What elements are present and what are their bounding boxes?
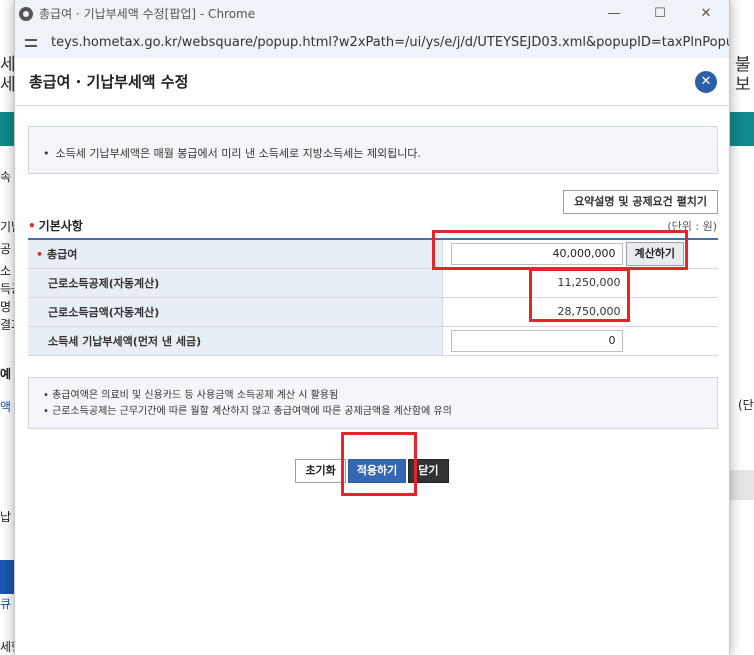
background-text: (단 [738, 398, 754, 412]
popup-window: 총급여 · 기납부세액 수정[팝업] - Chrome — ☐ ✕ teys.h… [14, 0, 730, 655]
background-text: 보 [735, 75, 751, 95]
section-title: • 기본사항 [28, 217, 83, 234]
note-text: 근로소득공제는 근무기간에 따른 월할 계산하지 않고 총급여액에 따른 공제금… [52, 405, 452, 417]
background-text: 소 [0, 264, 12, 278]
highlight-box-apply [341, 432, 417, 496]
row-label: 소득세 기납부세액(먼저 낸 세금) [28, 326, 443, 356]
address-bar[interactable]: teys.hometax.go.kr/websquare/popup.html?… [15, 27, 729, 58]
popup-title: 총급여 · 기납부세액 수정 [29, 73, 189, 91]
bullet-icon: • [43, 405, 53, 417]
maximize-icon[interactable]: ☐ [637, 0, 683, 27]
notes-box: • 총급여액은 의료비 및 신용카드 등 사용금액 소득공제 계산 시 활용됨 … [28, 376, 718, 429]
background-blue-bar [0, 560, 14, 594]
background-text: 예 [0, 367, 12, 381]
background-text: 액 [0, 400, 12, 414]
background-text: 납 [0, 510, 12, 524]
reset-button[interactable]: 초기화 [295, 458, 346, 483]
note-item: • 총급여액은 의료비 및 신용카드 등 사용금액 소득공제 계산 시 활용됨 [43, 388, 703, 404]
gross-salary-label: 총급여 [47, 247, 78, 261]
background-scroll-element [730, 470, 754, 500]
notice-text: 소득세 기납부세액은 매월 봉급에서 미리 낸 소득세로 지방소득세는 제외됩니… [55, 147, 421, 160]
background-text: 명 [0, 300, 12, 314]
row-label: • 총급여 [28, 239, 443, 269]
popup-header: 총급여 · 기납부세액 수정 ✕ [15, 58, 729, 106]
background-text: 속 [0, 170, 12, 184]
window-titlebar: 총급여 · 기납부세액 수정[팝업] - Chrome — ☐ ✕ [15, 0, 729, 27]
expand-summary-button[interactable]: 요약설명 및 공제요건 펼치기 [563, 190, 718, 214]
prepaid-tax-input[interactable]: 0 [450, 329, 623, 352]
minimize-icon[interactable]: — [591, 0, 637, 27]
table-row: 소득세 기납부세액(먼저 낸 세금) 0 [28, 326, 718, 356]
notice-box: • 소득세 기납부세액은 매월 봉급에서 미리 낸 소득세로 지방소득세는 제외됩… [28, 126, 718, 174]
highlight-box-gross-salary [432, 230, 688, 270]
row-label: 근로소득금액(자동계산) [28, 297, 443, 327]
window-title: 총급여 · 기납부세액 수정[팝업] - Chrome [39, 7, 256, 21]
note-item: • 근로소득공제는 근무기간에 따른 월할 계산하지 않고 총급여액에 따른 공… [43, 404, 703, 420]
section-title-text: 기본사항 [38, 219, 83, 233]
background-text: 큐 [0, 597, 12, 611]
section-marker-icon: • [28, 219, 36, 233]
window-close-icon[interactable]: ✕ [683, 0, 729, 27]
summary-button-row: 요약설명 및 공제요건 펼치기 [15, 190, 729, 214]
url-text[interactable]: teys.hometax.go.kr/websquare/popup.html?… [51, 35, 729, 50]
row-label: 근로소득공제(자동계산) [28, 268, 443, 298]
background-text: 공 [0, 242, 12, 256]
popup-close-icon[interactable]: ✕ [695, 70, 717, 93]
site-settings-icon[interactable] [23, 36, 39, 50]
highlight-box-auto-values [529, 268, 630, 322]
bullet-icon: • [43, 147, 50, 160]
note-text: 총급여액은 의료비 및 신용카드 등 사용금액 소득공제 계산 시 활용됨 [52, 389, 339, 401]
required-icon: • [36, 247, 44, 261]
bullet-icon: • [43, 389, 53, 401]
row-value: 0 [442, 326, 718, 356]
chrome-logo-icon [19, 6, 33, 21]
